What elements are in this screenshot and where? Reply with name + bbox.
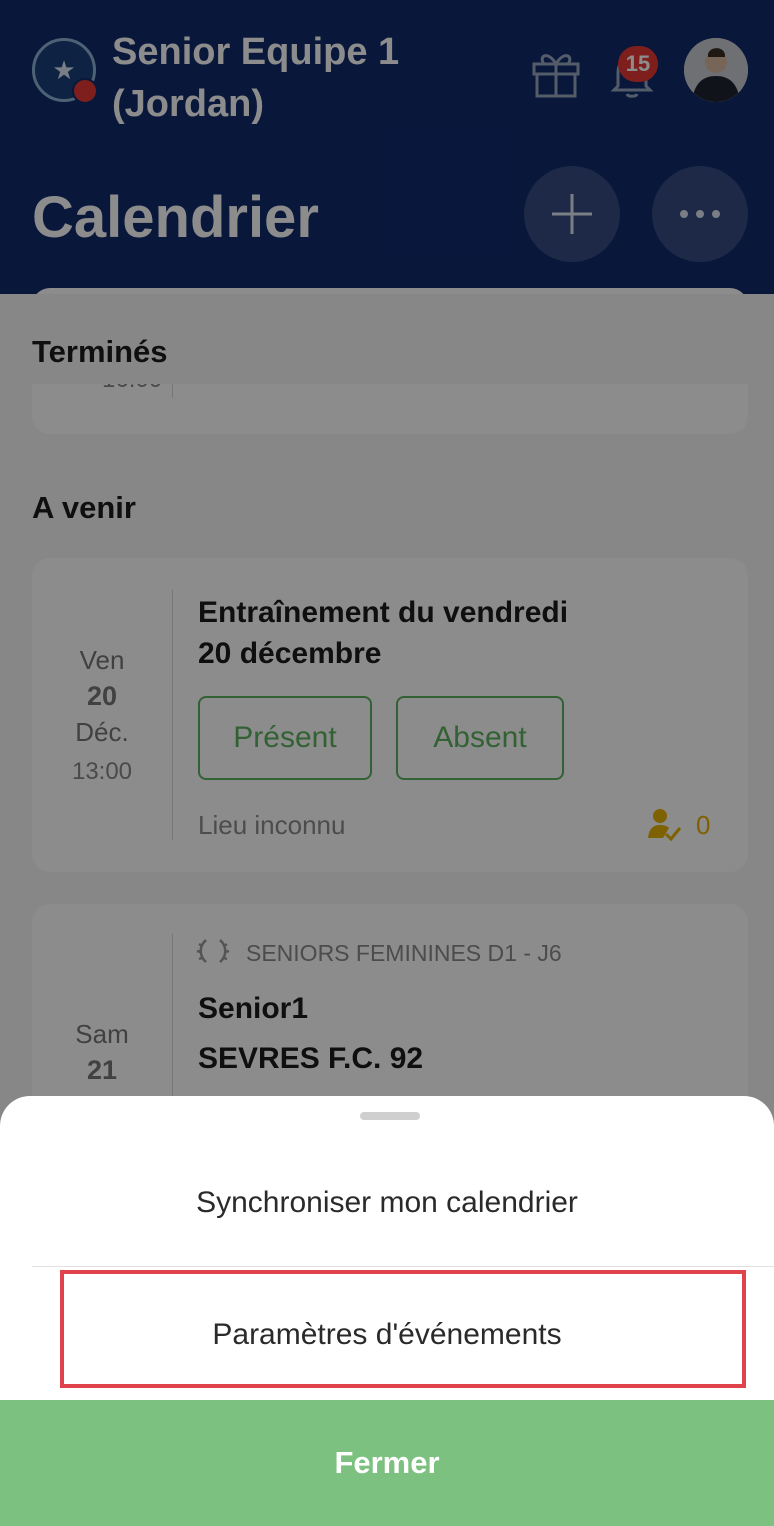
- highlight-box: [60, 1270, 746, 1388]
- close-button[interactable]: Fermer: [0, 1400, 774, 1526]
- sheet-handle[interactable]: [360, 1112, 420, 1120]
- sheet-divider: [32, 1266, 774, 1267]
- sync-calendar-option[interactable]: Synchroniser mon calendrier: [0, 1186, 774, 1220]
- bottom-sheet: Synchroniser mon calendrier Paramètres d…: [0, 1096, 774, 1526]
